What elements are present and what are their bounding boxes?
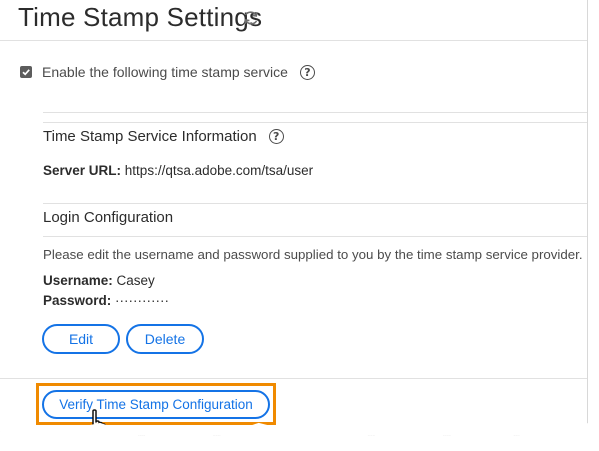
enable-label: Enable the following time stamp service — [42, 64, 288, 80]
divider — [43, 203, 587, 204]
username-row: Username: Casey — [43, 273, 155, 288]
delete-button[interactable]: Delete — [126, 324, 204, 354]
divider — [43, 112, 587, 113]
service-info-title: Time Stamp Service Information — [43, 128, 257, 145]
divider — [0, 40, 587, 41]
edit-button[interactable]: Edit — [42, 324, 120, 354]
login-description: Please edit the username and password su… — [43, 247, 583, 262]
divider — [0, 378, 587, 379]
question-circle-icon[interactable]: ? — [268, 129, 284, 144]
hand-pointer-icon — [85, 409, 106, 436]
verify-config-button[interactable]: Verify Time Stamp Configuration — [42, 390, 270, 419]
screenshot-frame: Time Stamp Settings Enable the following… — [0, 0, 588, 436]
divider — [43, 122, 587, 123]
refresh-icon[interactable] — [242, 9, 260, 27]
service-info-section: Time Stamp Service Information ? — [43, 128, 284, 145]
server-url-label: Server URL: — [43, 163, 122, 178]
username-label: Username: — [43, 273, 113, 288]
password-row: Password: ············ — [43, 293, 169, 308]
password-label: Password: — [43, 293, 112, 308]
username-value: Casey — [116, 273, 155, 288]
checkmark-icon — [22, 69, 30, 76]
password-value: ············ — [115, 293, 169, 308]
question-circle-icon[interactable]: ? — [299, 64, 315, 80]
server-url-value: https://qtsa.adobe.com/tsa/user — [124, 163, 314, 178]
page-title: Time Stamp Settings — [18, 2, 263, 32]
server-url-row: Server URL: https://qtsa.adobe.com/tsa/u… — [43, 163, 313, 178]
enable-row: Enable the following time stamp service … — [20, 64, 315, 80]
divider — [43, 236, 587, 237]
login-config-title: Login Configuration — [43, 209, 174, 226]
enable-checkbox[interactable] — [20, 66, 32, 78]
